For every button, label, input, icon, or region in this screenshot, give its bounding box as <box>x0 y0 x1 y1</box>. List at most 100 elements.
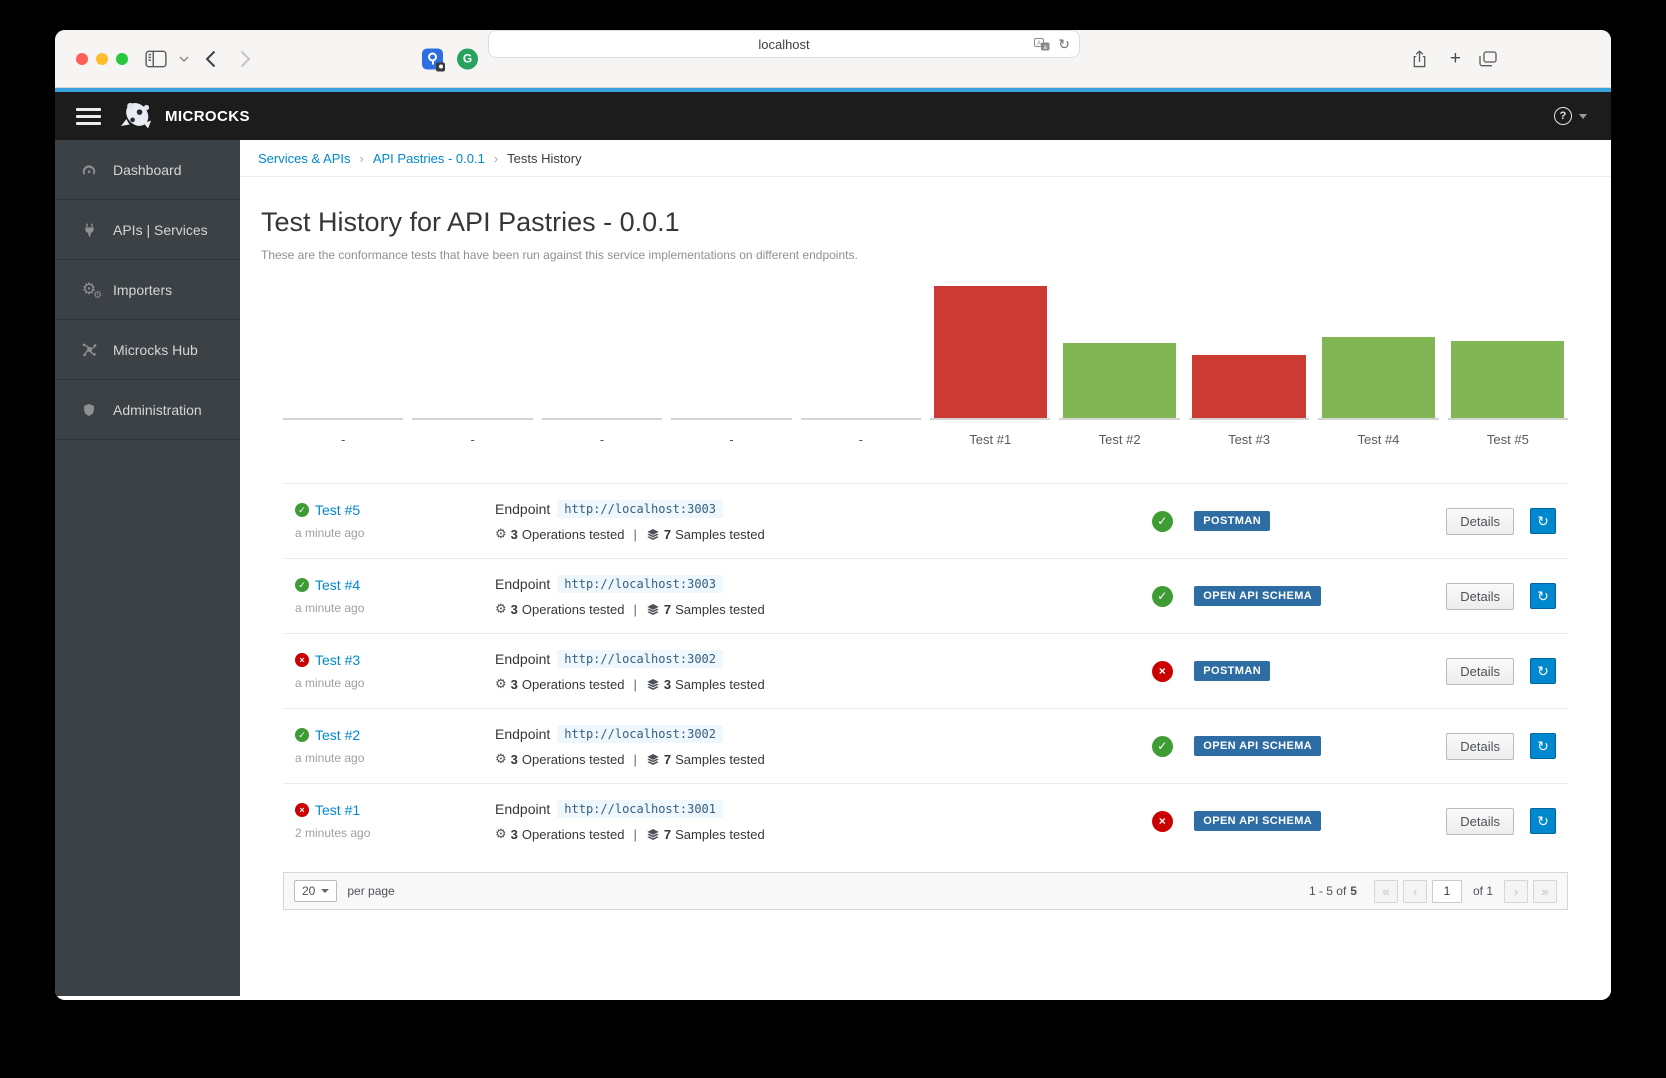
address-bar[interactable]: localhost Aa ↻ <box>488 30 1080 58</box>
test-link[interactable]: Test #1 <box>315 802 360 818</box>
chart-bar[interactable] <box>1063 343 1176 418</box>
test-detail-cell: Endpointhttp://localhost:3003⚙3Operation… <box>495 575 1130 617</box>
test-detail-cell: Endpointhttp://localhost:3001⚙3Operation… <box>495 800 1130 842</box>
test-runner-cell: OPEN API SCHEMA <box>1194 586 1446 606</box>
sidebar-item-label: APIs | Services <box>113 222 208 238</box>
chart-bar-area <box>1059 280 1179 420</box>
rerun-test-button[interactable]: ↻ <box>1530 733 1556 759</box>
chart-bar-label: - <box>671 432 791 447</box>
reload-button[interactable]: ↻ <box>1058 36 1070 53</box>
operations-label: Operations tested <box>522 527 625 542</box>
chart-slot: - <box>542 280 662 447</box>
sidebar-item-apis-services[interactable]: APIs | Services <box>55 200 240 260</box>
details-button[interactable]: Details <box>1446 658 1514 685</box>
chart-bar[interactable] <box>1192 355 1305 418</box>
chart-bar-label: Test #4 <box>1318 432 1438 447</box>
chart-bar[interactable] <box>1322 337 1435 418</box>
cogs-icon: ⚙⚙ <box>78 282 100 298</box>
check-circle-icon: ✓ <box>295 578 309 592</box>
plug-icon <box>78 222 100 238</box>
chevron-right-icon: › <box>494 151 498 166</box>
last-page-button[interactable]: » <box>1533 880 1557 903</box>
test-link[interactable]: Test #4 <box>315 577 360 593</box>
gauge-icon <box>78 162 100 178</box>
endpoint-url: http://localhost:3002 <box>557 725 723 743</box>
chart-bar-area <box>1448 280 1568 420</box>
sidebar-item-administration[interactable]: Administration <box>55 380 240 440</box>
breadcrumb-current: Tests History <box>507 151 581 166</box>
hamburger-menu-button[interactable] <box>76 108 101 125</box>
page-of-label: of 1 <box>1473 884 1493 898</box>
rerun-test-button[interactable]: ↻ <box>1530 583 1556 609</box>
tab-overview-button[interactable] <box>1479 51 1497 67</box>
brand-title: MICROCKS <box>165 108 250 125</box>
per-page-label: per page <box>347 884 394 898</box>
endpoint-url: http://localhost:3003 <box>557 500 723 518</box>
share-button[interactable] <box>1411 49 1428 69</box>
breadcrumb-link[interactable]: API Pastries - 0.0.1 <box>373 151 485 166</box>
new-tab-button[interactable]: + <box>1450 48 1461 70</box>
sidebar-item-microcks-hub[interactable]: Microcks Hub <box>55 320 240 380</box>
help-button[interactable]: ? <box>1554 107 1572 125</box>
test-name-cell: ✓Test #4a minute ago <box>295 577 495 615</box>
caret-down-icon[interactable] <box>1579 114 1587 119</box>
samples-count: 7 <box>664 752 671 767</box>
chart-bar[interactable] <box>1451 341 1564 418</box>
details-button[interactable]: Details <box>1446 508 1514 535</box>
per-page-select[interactable]: 20 <box>294 880 337 902</box>
endpoint-url: http://localhost:3001 <box>557 800 723 818</box>
page-title: Test History for API Pastries - 0.0.1 <box>261 207 1590 238</box>
chart-slot: Test #2 <box>1059 280 1179 447</box>
pagination-bar: 20 per page 1 - 5 of5 « ‹ of 1 › » <box>283 872 1568 910</box>
onepassword-extension-button[interactable] <box>422 48 443 69</box>
rerun-test-button[interactable]: ↻ <box>1530 808 1556 834</box>
chevron-down-icon[interactable] <box>179 55 189 62</box>
rerun-test-button[interactable]: ↻ <box>1530 658 1556 684</box>
sidebar-toggle-button[interactable] <box>145 50 167 68</box>
first-page-button[interactable]: « <box>1374 880 1398 903</box>
endpoint-url: http://localhost:3003 <box>557 575 723 593</box>
translate-icon[interactable]: Aa <box>1034 38 1050 51</box>
minimize-window-button[interactable] <box>96 53 108 65</box>
endpoint-url: http://localhost:3002 <box>557 650 723 668</box>
test-runner-badge: OPEN API SCHEMA <box>1194 811 1321 831</box>
grammarly-extension-button[interactable]: G <box>457 48 478 69</box>
samples-label: Samples tested <box>675 527 765 542</box>
check-circle-icon: ✓ <box>295 503 309 517</box>
test-link[interactable]: Test #2 <box>315 727 360 743</box>
rerun-test-button[interactable]: ↻ <box>1530 508 1556 534</box>
prev-page-button[interactable]: ‹ <box>1403 880 1427 903</box>
test-link[interactable]: Test #5 <box>315 502 360 518</box>
chart-bar-area <box>671 280 791 420</box>
operations-count: 3 <box>511 752 518 767</box>
details-button[interactable]: Details <box>1446 808 1514 835</box>
sidebar-item-dashboard[interactable]: Dashboard <box>55 140 240 200</box>
test-link[interactable]: Test #3 <box>315 652 360 668</box>
breadcrumb-link[interactable]: Services & APIs <box>258 151 350 166</box>
current-page-input[interactable] <box>1432 880 1462 903</box>
chart-bar-label: - <box>283 432 403 447</box>
svg-text:A: A <box>1037 40 1041 46</box>
chart-bar[interactable] <box>934 286 1047 418</box>
sidebar-item-importers[interactable]: ⚙⚙Importers <box>55 260 240 320</box>
separator: | <box>634 827 637 842</box>
next-page-button[interactable]: › <box>1504 880 1528 903</box>
forward-button[interactable] <box>240 50 251 68</box>
test-list: ✓ Test #5 a minute ago Endpointhttp://local… <box>283 483 1568 858</box>
details-button[interactable]: Details <box>1446 733 1514 760</box>
page-subtitle: These are the conformance tests that hav… <box>261 248 1590 262</box>
zoom-window-button[interactable] <box>116 53 128 65</box>
close-window-button[interactable] <box>76 53 88 65</box>
sidebar-item-label: Dashboard <box>113 162 182 178</box>
test-timestamp: a minute ago <box>295 676 495 690</box>
check-circle-icon: ✓ <box>295 728 309 742</box>
chart-bar-area <box>412 280 532 420</box>
test-runner-cell: OPEN API SCHEMA <box>1194 736 1446 756</box>
back-button[interactable] <box>205 50 216 68</box>
test-runner-cell: POSTMAN <box>1194 511 1446 531</box>
layers-icon <box>646 828 660 841</box>
separator: | <box>634 752 637 767</box>
samples-count: 7 <box>664 602 671 617</box>
test-runner-badge: OPEN API SCHEMA <box>1194 586 1321 606</box>
details-button[interactable]: Details <box>1446 583 1514 610</box>
